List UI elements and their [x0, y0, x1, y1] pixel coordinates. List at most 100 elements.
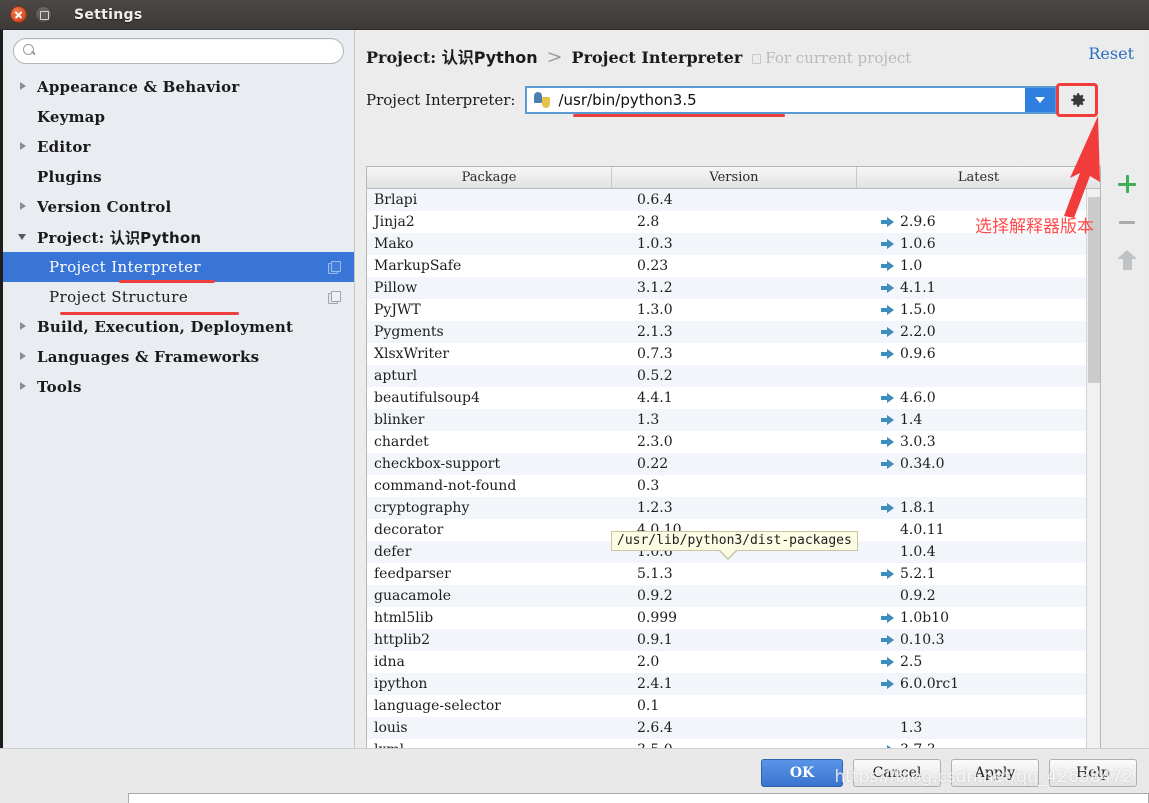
- ok-button[interactable]: OK: [761, 759, 843, 787]
- cell-package: Brlapi: [374, 192, 418, 208]
- cell-package: louis: [374, 720, 408, 736]
- cell-package: Pygments: [374, 324, 444, 340]
- cell-latest-text: 1.0: [900, 258, 923, 274]
- table-row[interactable]: XlsxWriter 0.7.3 0.9.6: [367, 343, 1100, 365]
- settings-content: Appearance & Behavior Keymap Editor Plugins…: [0, 30, 1149, 766]
- sidebar-item-appearance-behavior[interactable]: Appearance & Behavior: [3, 72, 354, 102]
- cell-package: html5lib: [374, 610, 434, 626]
- table-row[interactable]: html5lib 0.999 1.0b10: [367, 607, 1100, 629]
- sidebar-item-editor[interactable]: Editor: [3, 132, 354, 162]
- maximize-icon[interactable]: [35, 6, 52, 23]
- chevron-right-icon[interactable]: [17, 140, 31, 154]
- column-header-package[interactable]: Package: [367, 167, 612, 188]
- table-row[interactable]: Brlapi 0.6.4: [367, 189, 1100, 211]
- sidebar-item-version-control[interactable]: Version Control: [3, 192, 354, 222]
- column-header-version[interactable]: Version: [612, 167, 857, 188]
- cell-package: ipython: [374, 676, 428, 692]
- interpreter-combobox[interactable]: /usr/bin/python3.5: [525, 86, 1058, 114]
- cell-latest: 2.2.0: [857, 324, 1100, 340]
- cell-version: 1.3: [637, 412, 660, 428]
- scope-note-text: For current project: [765, 49, 912, 67]
- table-row[interactable]: cryptography 1.2.3 1.8.1: [367, 497, 1100, 519]
- table-row[interactable]: blinker 1.3 1.4: [367, 409, 1100, 431]
- packages-table: Package Version Latest Brlapi 0.6.4 Jinja2…: [366, 166, 1101, 766]
- sidebar-item-label: Keymap: [37, 108, 106, 126]
- apply-button[interactable]: Apply: [951, 759, 1039, 787]
- search-box[interactable]: [13, 38, 344, 64]
- table-row[interactable]: guacamole 0.9.2 0.9.2: [367, 585, 1100, 607]
- cell-package: httplib2: [374, 632, 431, 648]
- close-icon[interactable]: [10, 6, 27, 23]
- packages-scrollbar[interactable]: [1086, 189, 1100, 765]
- cell-package: idna: [374, 654, 405, 670]
- table-row[interactable]: louis 2.6.4 1.3: [367, 717, 1100, 739]
- settings-tree: Appearance & Behavior Keymap Editor Plugins…: [3, 72, 354, 402]
- copy-settings-icon[interactable]: [328, 291, 341, 304]
- chevron-right-icon[interactable]: [17, 320, 31, 334]
- upgrade-available-icon: [881, 502, 895, 514]
- cell-latest: 2.5: [857, 654, 1100, 670]
- cell-package: command-not-found: [374, 478, 517, 494]
- table-row[interactable]: Pillow 3.1.2 4.1.1: [367, 277, 1100, 299]
- sidebar-item-languages-frameworks[interactable]: Languages & Frameworks: [3, 342, 354, 372]
- sidebar-item-label: Appearance & Behavior: [37, 78, 240, 96]
- upgrade-available-icon: [881, 238, 895, 250]
- cell-version: 1.2.3: [637, 500, 673, 516]
- cell-package: apturl: [374, 368, 418, 384]
- cell-latest: 1.0b10: [857, 610, 1100, 626]
- upgrade-available-icon: [881, 260, 895, 272]
- upgrade-available-icon: [881, 656, 895, 668]
- cell-package: MarkupSafe: [374, 258, 462, 274]
- chevron-right-icon[interactable]: [17, 200, 31, 214]
- sidebar-item-project[interactable]: Project: 认识Python: [3, 222, 354, 252]
- cell-latest-text: 1.4: [900, 412, 923, 428]
- breadcrumb: Project: 认识Python > Project Interpreter …: [356, 30, 1146, 68]
- table-row[interactable]: command-not-found 0.3: [367, 475, 1100, 497]
- scope-note-icon: [752, 54, 762, 64]
- table-row[interactable]: Pygments 2.1.3 2.2.0: [367, 321, 1100, 343]
- interpreter-value: /usr/bin/python3.5: [558, 91, 697, 109]
- cell-package: language-selector: [374, 698, 501, 714]
- chevron-down-icon[interactable]: [1025, 88, 1056, 112]
- sidebar-item-build-execution-deployment[interactable]: Build, Execution, Deployment: [3, 312, 354, 342]
- cell-latest: 4.6.0: [857, 390, 1100, 406]
- cancel-button[interactable]: Cancel: [853, 759, 941, 787]
- gear-icon[interactable]: [1065, 87, 1091, 113]
- table-row[interactable]: PyJWT 1.3.0 1.5.0: [367, 299, 1100, 321]
- table-row[interactable]: feedparser 5.1.3 5.2.1: [367, 563, 1100, 585]
- search-input[interactable]: [37, 43, 343, 59]
- chevron-right-icon[interactable]: [17, 380, 31, 394]
- help-button[interactable]: Help: [1049, 759, 1137, 787]
- cell-version: 0.3: [637, 478, 660, 494]
- breadcrumb-project[interactable]: Project: 认识Python: [366, 44, 538, 68]
- table-row[interactable]: MarkupSafe 0.23 1.0: [367, 255, 1100, 277]
- chevron-right-icon[interactable]: [17, 350, 31, 364]
- cell-latest-text: 0.34.0: [900, 456, 945, 472]
- table-row[interactable]: ipython 2.4.1 6.0.0rc1: [367, 673, 1100, 695]
- table-row[interactable]: checkbox-support 0.22 0.34.0: [367, 453, 1100, 475]
- sidebar-item-keymap[interactable]: Keymap: [3, 102, 354, 132]
- table-row[interactable]: idna 2.0 2.5: [367, 651, 1100, 673]
- table-row[interactable]: chardet 2.3.0 3.0.3: [367, 431, 1100, 453]
- sidebar-item-label: Version Control: [37, 198, 172, 216]
- sidebar-item-label: Build, Execution, Deployment: [37, 318, 294, 336]
- cell-latest-text: 4.0.11: [900, 522, 945, 538]
- cell-package: XlsxWriter: [374, 346, 450, 362]
- sidebar-item-plugins[interactable]: Plugins: [3, 162, 354, 192]
- reset-link[interactable]: Reset: [1088, 44, 1134, 63]
- table-row[interactable]: apturl 0.5.2: [367, 365, 1100, 387]
- sidebar-item-project-interpreter[interactable]: Project Interpreter: [3, 252, 354, 282]
- chevron-right-icon[interactable]: [17, 80, 31, 94]
- chevron-down-icon[interactable]: [17, 230, 31, 244]
- cell-version: 0.22: [637, 456, 669, 472]
- table-row[interactable]: httplib2 0.9.1 0.10.3: [367, 629, 1100, 651]
- table-row[interactable]: language-selector 0.1: [367, 695, 1100, 717]
- sidebar-item-project-structure[interactable]: Project Structure: [3, 282, 354, 312]
- sidebar-item-tools[interactable]: Tools: [3, 372, 354, 402]
- copy-settings-icon[interactable]: [328, 261, 341, 274]
- cell-version: 2.0: [637, 654, 660, 670]
- cell-version: 2.4.1: [637, 676, 673, 692]
- arrow-up-icon[interactable]: [1115, 248, 1139, 272]
- table-row[interactable]: beautifulsoup4 4.4.1 4.6.0: [367, 387, 1100, 409]
